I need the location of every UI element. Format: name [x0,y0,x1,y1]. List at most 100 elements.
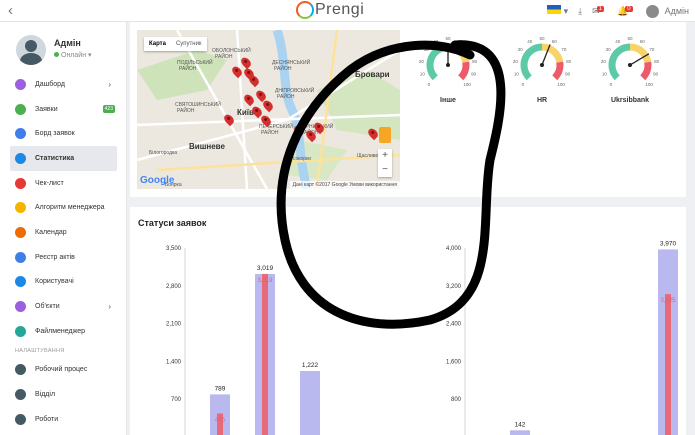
gauge-2: 0 10 20 30 40 50 60 70 80 90 100 Ukrsibbank [600,34,660,114]
sidebar-item-statistics[interactable]: Статистика [10,146,117,171]
department-icon [15,389,26,401]
alerts-button[interactable]: 🔔0 [617,5,636,17]
y-tick-label: 3,200 [446,284,462,290]
sidebar-item-checklist[interactable]: Чек-лист [10,171,117,196]
google-logo: Google [140,175,175,186]
sidebar-item-label: Заявки [35,105,58,113]
bar-total-label: 3,970 [660,240,677,247]
y-tick-label: 4,000 [446,246,462,252]
zoom-control: + − [378,149,392,177]
sidebar-item-label: Об'єкти [35,303,60,311]
gauge-tick-label: 80 [472,59,478,64]
sidebar-item-lightbulb[interactable]: Алгоритм менеджера [10,195,117,220]
sidebar-item-calendar[interactable]: Календар [10,220,117,245]
bar-done[interactable] [262,273,268,435]
gauge-tick-label: 80 [566,59,572,64]
profile[interactable]: Адмін Онлайн ▾ [16,35,126,69]
online-dot-icon [54,52,59,57]
sidebar-item-workflow[interactable]: Робочий процес [10,358,117,383]
gauge-tick-label: 0 [428,82,431,87]
gauge-band [552,61,564,81]
gauge-tick-label: 40 [615,39,621,44]
calendar-icon [15,226,26,238]
profile-status[interactable]: Онлайн ▾ [54,51,92,59]
sidebar-item-department[interactable]: Відділ [10,382,117,407]
sidebar-item-label: Борд заявок [35,130,75,138]
language-selector[interactable]: ▾ [547,5,568,17]
gauge-tick-label: 70 [467,47,473,52]
gauge-1: 0 10 20 30 40 50 60 70 80 90 100 HR [512,34,572,114]
gauge-tick-label: 10 [602,71,608,76]
file-manager-icon [15,325,26,337]
zoom-in-button[interactable]: + [378,149,392,163]
board-icon [15,128,26,140]
sidebar-item-requests[interactable]: Заявки 423 [10,97,117,122]
sidebar-item-works[interactable]: Роботи [10,407,117,432]
sidebar-item-label: Реєстр актів [35,253,75,261]
street-view-pegman-icon[interactable] [379,127,391,143]
gauge-hub [628,63,632,67]
sidebar-item-label: Статистика [35,154,75,162]
gauge-band [426,43,449,81]
gauge-tick-label: 90 [471,71,477,76]
chevron-right-icon: › [108,80,111,89]
sidebar-item-label: Користувачі [35,278,74,286]
bar-done-label: 3,019 [257,278,273,284]
map-attribution[interactable]: Дані карт ©2017 Google Умови використанн… [289,181,400,189]
bar-total[interactable] [300,371,320,435]
bar-done[interactable] [665,294,671,435]
brand-logo[interactable]: Prengi [296,0,386,22]
bar-total-label: 142 [515,421,526,428]
gauge-tick-label: 30 [518,47,524,52]
bar-total-label: 1,222 [302,362,319,369]
gauge-hub [446,63,450,67]
zoom-out-button[interactable]: − [378,163,392,177]
gauge-band [608,43,631,81]
sidebar-item-label: Алгоритм менеджера [35,204,105,212]
top-bar: ‹ Prengi ▾ ⤓ ✉1 🔔0 Адмін [0,0,695,22]
map-place-label: Бровари [355,70,390,79]
user-name: Адмін [664,6,689,16]
gauge-tick-label: 20 [513,59,519,64]
map-tab[interactable]: Карта [144,37,171,51]
map-place-label: РАЙОН [177,108,195,114]
sidebar-item-board[interactable]: Борд заявок [10,121,117,146]
map-place-label: Осокорки [289,156,312,162]
registry-icon [15,251,26,263]
gauge-tick-label: 30 [424,47,430,52]
sidebar-item-dashboard[interactable]: Дашборд › [10,72,117,97]
avatar [16,35,46,65]
gauge-dial: 0 10 20 3040 50 6070 80 90 100 [513,36,572,87]
map-place-label: Білогородка [149,150,178,156]
sidebar: Адмін Онлайн ▾ Дашборд › Заявки 423 Борд зая… [0,22,127,435]
gauge-tick-label: 40 [527,39,533,44]
download-icon[interactable]: ⤓ [578,6,582,17]
map-place-label: Щасливе [357,153,379,159]
sidebar-item-label: Чек-лист [35,179,64,187]
sidebar-item-users[interactable]: Користувачі [10,270,117,295]
sidebar-item-label: Відділ [35,391,56,399]
bar-total-label: 3,019 [257,265,274,272]
notifications-button[interactable]: ✉1 [592,5,607,17]
workflow-icon [15,364,26,376]
sidebar-item-registry[interactable]: Реєстр актів [10,245,117,270]
satellite-tab[interactable]: Супутник [171,37,207,51]
map[interactable]: Карта Супутник + − Google Дані карт ©201… [137,30,400,189]
gauge-tick-label: 90 [653,71,659,76]
sidebar-item-file-manager[interactable]: Файлменеджер [10,319,117,344]
gauge-tick-label: 90 [565,71,571,76]
gauge-tick-label: 80 [654,59,660,64]
y-tick-label: 2,400 [446,322,462,328]
bar-total-label: 789 [215,385,226,392]
map-card: Карта Супутник + − Google Дані карт ©201… [130,22,686,197]
sidebar-toggle-button[interactable]: ‹ [8,2,13,19]
y-tick-label: 2,800 [166,284,182,290]
user-menu[interactable]: Адмін [645,4,689,18]
gauge-tick-label: 30 [606,47,612,52]
sidebar-item-objects[interactable]: Об'єкти › [10,294,117,319]
brand-name: Prengi [315,1,365,18]
bar-total[interactable] [510,430,530,435]
statistics-icon [15,152,26,164]
count-badge: 423 [102,104,115,113]
sidebar-item-label: Роботи [35,415,59,423]
